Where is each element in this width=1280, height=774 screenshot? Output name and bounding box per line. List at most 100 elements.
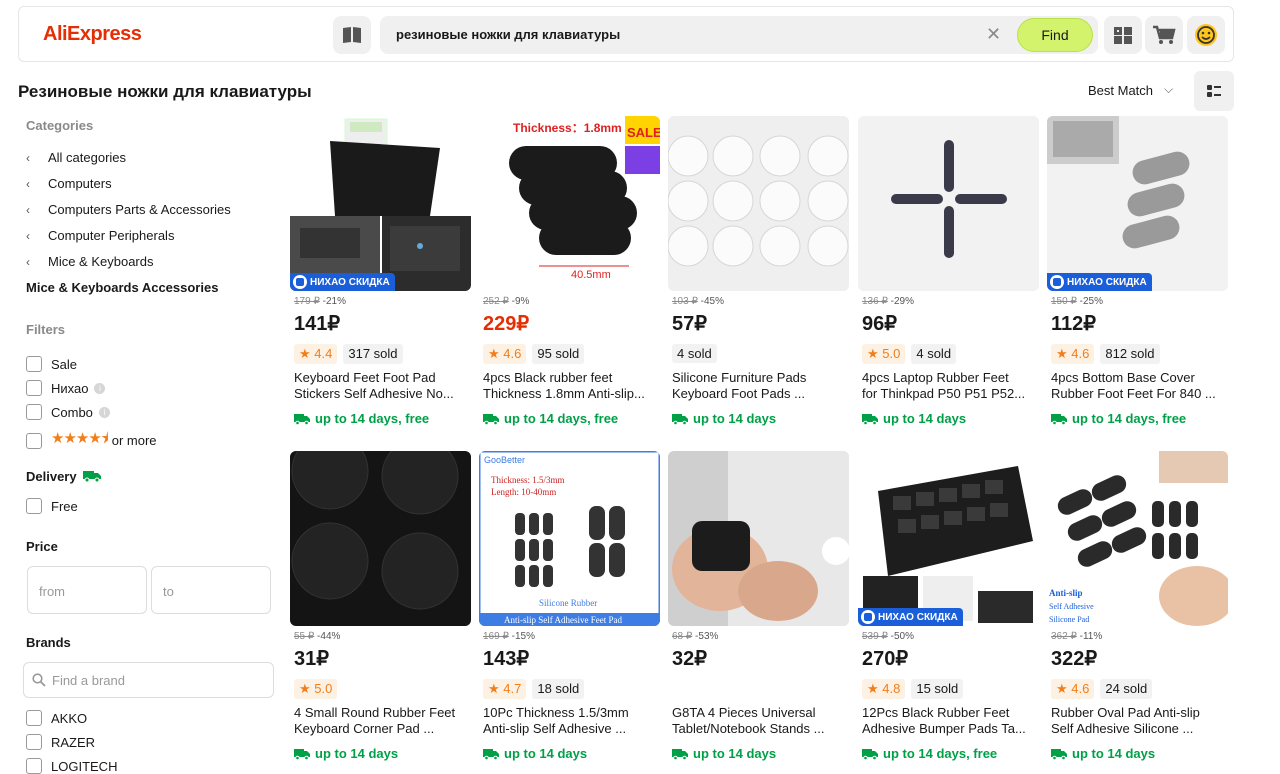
checkbox[interactable] xyxy=(26,432,42,449)
product-title[interactable]: Keyboard Feet Foot Pad Stickers Self Adhe… xyxy=(294,370,468,402)
nihao-icon xyxy=(861,610,875,624)
compare-button[interactable] xyxy=(1104,16,1142,54)
sold-count: 15 sold xyxy=(911,679,964,699)
image-text: Anti-slip Self Adhesive Feet Pad xyxy=(504,615,622,625)
checkbox[interactable] xyxy=(26,380,42,396)
product-image[interactable]: GooBetter Thickness: 1.5/3mm Length: 10-40… xyxy=(479,451,660,626)
rating-row: ★ 4.6 812 sold xyxy=(1051,344,1160,364)
title-line: 10Pc Thickness 1.5/3mm xyxy=(483,705,629,720)
delivery-text: up to 14 days xyxy=(693,746,777,761)
price: 229₽ xyxy=(483,313,530,335)
price-to-input[interactable]: to xyxy=(151,566,271,614)
find-button[interactable]: Find xyxy=(1017,18,1093,52)
product-image[interactable]: НИХАО СКИДКА xyxy=(858,451,1039,626)
product-title[interactable]: 4pcs Black rubber feet Thickness 1.8mm An… xyxy=(483,370,657,402)
product-title[interactable]: G8TA 4 Pieces Universal Tablet/Notebook S… xyxy=(672,705,846,737)
checkbox[interactable] xyxy=(26,498,42,514)
catalog-button[interactable] xyxy=(333,16,371,54)
title-line: 4pcs Black rubber feet xyxy=(483,370,613,385)
price: 322₽ xyxy=(1051,648,1098,670)
delivery-info: up to 14 days, free xyxy=(483,411,618,426)
current-category: Mice & Keyboards Accessories xyxy=(26,280,219,295)
discount: -11% xyxy=(1079,631,1103,642)
title-line: Rubber Oval Pad Anti-slip xyxy=(1051,705,1200,720)
product-image[interactable] xyxy=(290,451,471,626)
price: 57₽ xyxy=(672,313,707,335)
old-price-value: 252 ₽ xyxy=(483,296,509,307)
rating-value: 4.4 xyxy=(314,346,333,361)
product-title[interactable]: 4pcs Bottom Base Cover Rubber Foot Feet F… xyxy=(1051,370,1225,402)
cart-button[interactable] xyxy=(1145,16,1183,54)
category-computers[interactable]: ‹ Computers xyxy=(26,176,112,191)
product-title[interactable]: Rubber Oval Pad Anti-slip Self Adhesive S… xyxy=(1051,705,1225,737)
delivery-info: up to 14 days xyxy=(483,746,587,761)
old-price-value: 179 ₽ xyxy=(294,296,320,307)
brand-logitech[interactable]: LOGITECH xyxy=(26,758,117,774)
filter-combo[interactable]: Combo i xyxy=(26,404,110,420)
rating-row: ★ 4.4 317 sold xyxy=(294,344,403,364)
filter-label: Sale xyxy=(51,356,78,372)
account-button[interactable] xyxy=(1187,16,1225,54)
brand-search-input[interactable]: Find a brand xyxy=(23,662,274,698)
category-all[interactable]: ‹ All categories xyxy=(26,150,126,165)
sold-count: 24 sold xyxy=(1100,679,1153,699)
checkbox[interactable] xyxy=(26,356,42,372)
delivery-info: up to 14 days xyxy=(862,411,966,426)
brand-razer[interactable]: RAZER xyxy=(26,734,95,750)
view-toggle-button[interactable] xyxy=(1194,71,1234,111)
old-price-value: 539 ₽ xyxy=(862,631,888,642)
product-image[interactable] xyxy=(668,451,849,626)
filter-free-delivery[interactable]: Free xyxy=(26,498,78,514)
product-title[interactable]: 4 Small Round Rubber Feet Keyboard Corner… xyxy=(294,705,468,737)
brand-akko[interactable]: AKKO xyxy=(26,710,87,726)
sold-count: 812 sold xyxy=(1100,344,1160,364)
image-text: Thickness：1.8mm xyxy=(513,121,622,135)
cart-icon xyxy=(1153,25,1176,44)
checkbox[interactable] xyxy=(26,758,42,774)
filter-nihao[interactable]: Нихао i xyxy=(26,380,106,396)
title-line: Rubber Foot Feet For 840 ... xyxy=(1051,386,1216,401)
product-image[interactable] xyxy=(668,116,849,291)
category-mice-keyboards[interactable]: ‹ Mice & Keyboards xyxy=(26,254,154,269)
checkbox[interactable] xyxy=(26,734,42,750)
product-image[interactable]: НИХАО СКИДКА xyxy=(1047,116,1228,291)
info-icon[interactable]: i xyxy=(98,406,110,418)
product-title[interactable]: 4pcs Laptop Rubber Feet for Thinkpad P50 … xyxy=(862,370,1036,402)
product-title[interactable]: 12Pcs Black Rubber Feet Adhesive Bumper P… xyxy=(862,705,1036,737)
filter-rating[interactable]: ★★★★⯨ or more xyxy=(26,428,157,453)
aliexpress-logo[interactable]: AliExpress xyxy=(43,23,142,46)
filter-sale[interactable]: Sale xyxy=(26,356,77,372)
checkbox[interactable] xyxy=(26,710,42,726)
product-image[interactable]: НИХАО СКИДКА xyxy=(290,116,471,291)
title-line: Silicone Furniture Pads xyxy=(672,370,807,385)
image-text: SALE xyxy=(627,125,660,140)
product-image[interactable]: Thickness：1.8mm SALE 40.5mm xyxy=(479,116,660,291)
title-line: Keyboard Feet Foot Pad xyxy=(294,370,436,385)
info-icon[interactable]: i xyxy=(94,382,106,394)
category-computers-parts[interactable]: ‹ Computers Parts & Accessories xyxy=(26,202,231,217)
product-title[interactable]: 10Pc Thickness 1.5/3mm Anti-slip Self Adh… xyxy=(483,705,657,737)
rating-row: ★ 4.7 18 sold xyxy=(483,679,585,699)
chevron-down-icon[interactable]: ⌵ xyxy=(1164,82,1173,97)
checkbox[interactable] xyxy=(26,404,42,420)
sold-count: 4 sold xyxy=(911,344,957,364)
title-line: 4pcs Bottom Base Cover xyxy=(1051,370,1195,385)
category-label: Computers Parts & Accessories xyxy=(48,202,231,217)
nihao-icon xyxy=(293,275,307,289)
close-icon[interactable]: ✕ xyxy=(986,24,1001,44)
product-image[interactable] xyxy=(858,116,1039,291)
price-from-input[interactable]: from xyxy=(27,566,147,614)
badge-label: НИХАО СКИДКА xyxy=(310,276,390,288)
rating-stars-icon: ★★★★⯨ xyxy=(51,430,109,447)
delivery-heading: Delivery xyxy=(26,469,102,484)
title-line: Adhesive Bumper Pads Ta... xyxy=(862,721,1026,736)
title-line: 12Pcs Black Rubber Feet xyxy=(862,705,1010,720)
product-image[interactable]: Anti-slip Self Adhesive Silicone Pad xyxy=(1047,451,1228,626)
search-input[interactable]: резиновые ножки для клавиатуры xyxy=(396,27,620,42)
rating-value: 4.6 xyxy=(503,346,522,361)
sort-dropdown[interactable]: Best Match xyxy=(1088,83,1153,98)
search-box[interactable]: резиновые ножки для клавиатуры ✕ Find xyxy=(380,16,1098,54)
old-price-value: 103 ₽ xyxy=(672,296,698,307)
product-title[interactable]: Silicone Furniture Pads Keyboard Foot Pad… xyxy=(672,370,846,402)
category-computer-peripherals[interactable]: ‹ Computer Peripherals xyxy=(26,228,174,243)
